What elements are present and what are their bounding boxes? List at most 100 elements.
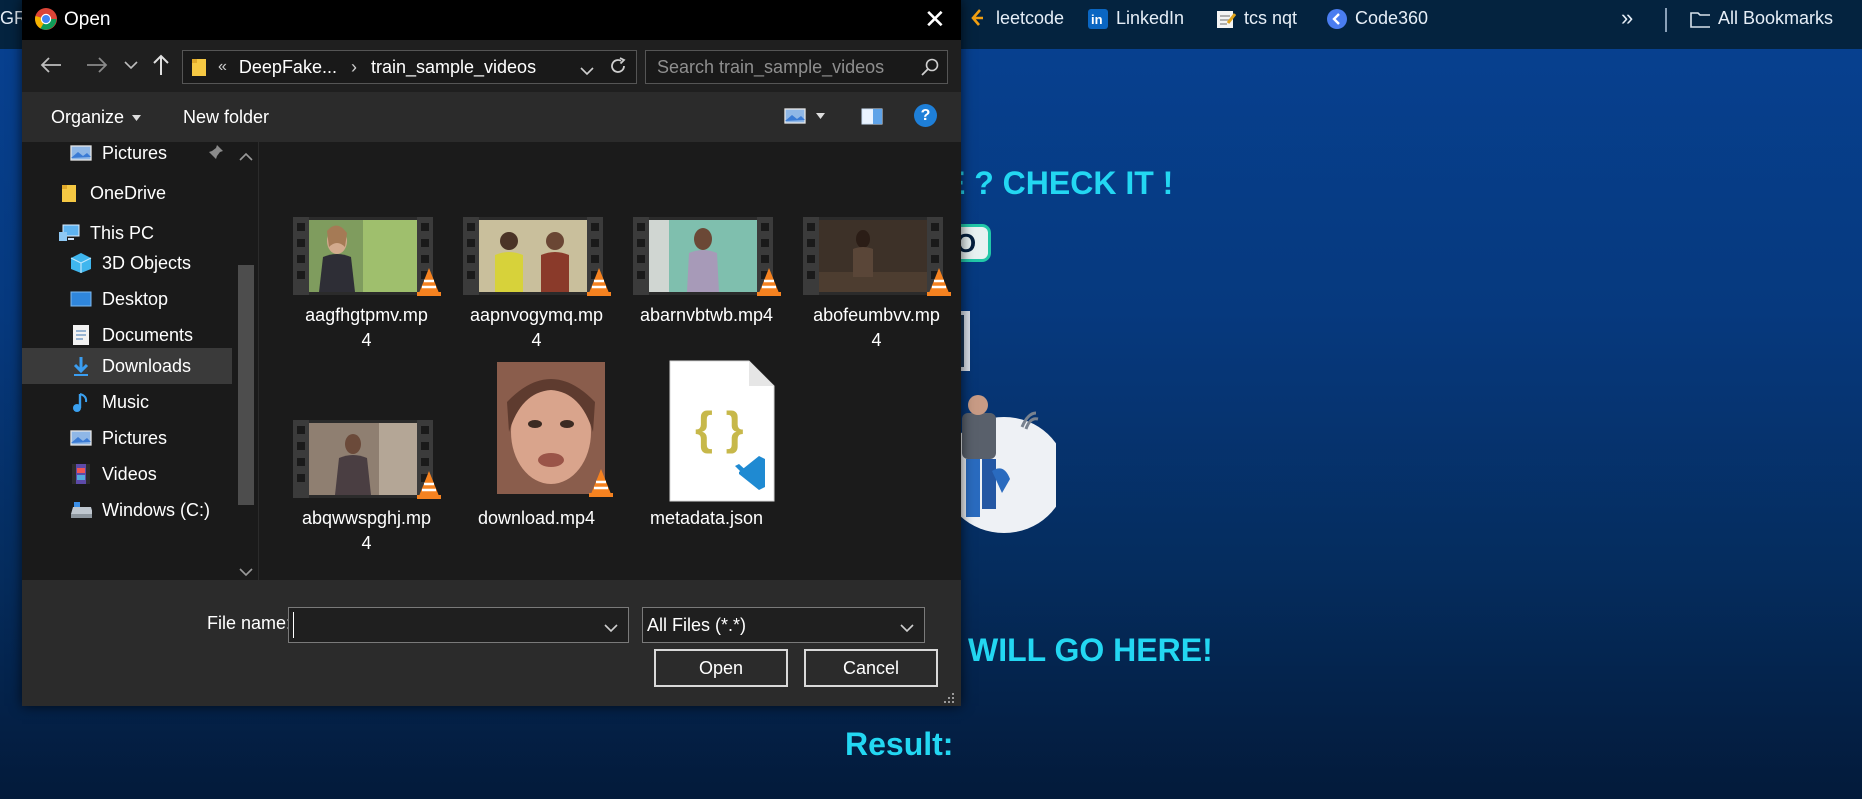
all-bookmarks-button[interactable]: All Bookmarks [1690, 8, 1833, 29]
search-icon [921, 58, 939, 81]
help-button[interactable]: ? [914, 104, 937, 127]
documents-icon [70, 325, 92, 345]
cancel-button[interactable]: Cancel [804, 649, 938, 687]
nav-item-pictures[interactable]: Pictures [70, 421, 167, 455]
nav-item-music[interactable]: Music [70, 385, 149, 419]
vlc-cone-icon [927, 268, 951, 296]
nav-item-label: Documents [102, 324, 194, 345]
chrome-icon [34, 7, 58, 36]
leetcode-icon [968, 8, 988, 29]
nav-item-pictures-pinned[interactable]: Pictures [70, 142, 167, 170]
file-item[interactable]: aapnvogymq.mp 4 [459, 217, 614, 351]
file-item[interactable]: { } metadata.json [629, 360, 784, 554]
svg-text:in: in [1091, 12, 1103, 27]
bookmark-label: All Bookmarks [1718, 8, 1834, 28]
downloads-icon [70, 356, 92, 376]
address-dropdown-button[interactable] [580, 60, 594, 81]
open-button[interactable]: Open [654, 649, 788, 687]
organize-button[interactable]: Organize [51, 107, 142, 128]
close-button[interactable]: ✕ [924, 4, 946, 35]
file-type-value: All Files (*.*) [647, 614, 747, 635]
file-item[interactable]: abqwwspghj.mp 4 [289, 420, 444, 554]
preview-pane-icon [861, 108, 883, 125]
bookmarks-overflow-button[interactable]: » [1621, 5, 1633, 31]
nav-scrollbar[interactable] [234, 142, 258, 580]
nav-item-label: Pictures [102, 142, 168, 163]
file-name-input[interactable] [293, 612, 588, 638]
onedrive-folder-icon [58, 183, 80, 203]
back-button[interactable] [36, 50, 66, 80]
file-name: aapnvogymq.mp 4 [469, 305, 604, 350]
bookmark-linkedin[interactable]: in LinkedIn [1088, 8, 1184, 29]
drive-icon [70, 500, 92, 520]
video-thumbnail [803, 217, 943, 300]
search-box[interactable] [645, 50, 948, 84]
nav-item-videos[interactable]: Videos [70, 457, 157, 491]
chevron-down-icon [900, 620, 914, 638]
bookmark-tcs-nqt[interactable]: tcs nqt [1216, 8, 1297, 29]
nav-item-this-pc[interactable]: This PC [58, 216, 154, 250]
svg-text:{ }: { } [695, 402, 744, 454]
page-heading: E ? CHECK IT ! [944, 165, 1174, 201]
nav-item-label: Downloads [102, 355, 192, 376]
nav-item-label: Pictures [102, 427, 168, 448]
forward-button[interactable] [82, 50, 112, 80]
file-name: aagfhgtpmv.mp 4 [305, 305, 428, 350]
nav-item-label: Music [102, 391, 150, 412]
video-thumbnail [293, 217, 433, 300]
chevron-down-icon[interactable] [604, 620, 618, 638]
file-item[interactable]: abarnvbtwb.mp4 [629, 217, 784, 351]
chevron-down-icon [124, 61, 138, 70]
file-item[interactable]: aagfhgtpmv.mp 4 [289, 217, 444, 351]
pin-icon [208, 144, 224, 165]
breadcrumb-item[interactable]: train_sample_videos [371, 57, 536, 78]
caret-down-icon [816, 113, 825, 119]
file-item[interactable]: download.mp4 [459, 362, 614, 554]
caret-down-icon [132, 114, 142, 121]
nav-scrollbar-thumb[interactable] [238, 265, 254, 505]
desktop-icon [70, 289, 92, 309]
search-input[interactable] [655, 55, 919, 79]
bookmark-label: LinkedIn [1116, 8, 1185, 28]
preview-pane-button[interactable] [861, 108, 883, 130]
file-type-select[interactable]: All Files (*.*) [642, 607, 925, 643]
bookmark-code360[interactable]: Code360 [1327, 8, 1428, 29]
scroll-down-arrow-icon[interactable] [239, 564, 253, 580]
arrow-left-icon [40, 57, 61, 73]
new-folder-button[interactable]: New folder [183, 107, 269, 128]
file-item[interactable]: abofeumbvv.mp 4 [799, 217, 954, 351]
refresh-button[interactable] [608, 56, 628, 81]
videos-icon [70, 464, 92, 484]
bookmark-label: Code360 [1355, 8, 1429, 28]
nav-item-desktop[interactable]: Desktop [70, 282, 168, 316]
file-name: abarnvbtwb.mp4 [639, 305, 774, 325]
nav-item-onedrive[interactable]: OneDrive [58, 176, 166, 210]
bookmark-leetcode[interactable]: leetcode [968, 8, 1064, 29]
breadcrumb-overflow[interactable]: « [218, 58, 227, 76]
nav-item-windows-c[interactable]: Windows (C:) [70, 493, 210, 527]
scroll-up-arrow-icon[interactable] [239, 148, 253, 166]
breadcrumb[interactable]: « DeepFake... › train_sample_videos [182, 50, 637, 84]
nav-item-documents[interactable]: Documents [70, 318, 193, 352]
file-name-combobox[interactable] [288, 607, 629, 643]
recent-locations-button[interactable] [116, 50, 146, 80]
breadcrumb-separator[interactable]: › [351, 57, 357, 78]
vlc-cone-icon [587, 268, 611, 296]
nav-item-3d-objects[interactable]: 3D Objects [70, 246, 191, 280]
up-button[interactable] [146, 50, 176, 80]
pictures-icon [70, 143, 92, 163]
change-view-button[interactable] [784, 108, 825, 124]
file-name-label: File name: [207, 613, 292, 633]
resize-grip-icon[interactable] [942, 691, 956, 710]
pictures-icon [70, 428, 92, 448]
nav-item-label: 3D Objects [102, 252, 192, 273]
nav-item-label: OneDrive [90, 182, 167, 203]
refresh-icon [611, 57, 626, 73]
video-thumbnail [293, 420, 433, 503]
breadcrumb-item[interactable]: DeepFake... [239, 57, 337, 78]
dialog-toolbar: Organize New folder ? [22, 92, 961, 141]
folder-icon [192, 57, 206, 77]
dialog-titlebar[interactable]: Open ✕ [22, 0, 961, 40]
nav-item-downloads[interactable]: Downloads [70, 349, 191, 383]
vlc-cone-icon [417, 268, 441, 296]
